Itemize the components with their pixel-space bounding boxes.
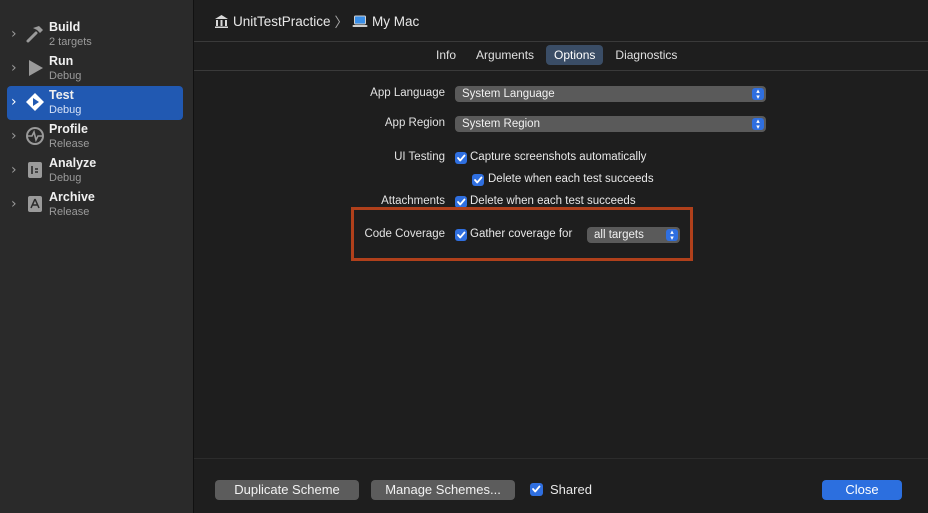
gather-coverage-label[interactable]: Gather coverage for xyxy=(470,228,572,240)
analyze-icon xyxy=(25,160,45,180)
laptop-icon xyxy=(352,15,368,28)
app-language-popup[interactable]: System Language ▴ ▾ xyxy=(455,86,766,102)
capture-screenshots-label[interactable]: Capture screenshots automatically xyxy=(470,151,646,163)
scheme-editor-main: UnitTestPractice 〉 My Mac Info Arguments… xyxy=(194,0,928,513)
tab-bar: Info Arguments Options Diagnostics xyxy=(428,45,685,65)
app-region-popup[interactable]: System Region ▴ ▾ xyxy=(455,116,766,132)
attachments-label: Attachments xyxy=(381,195,445,207)
delete-attachments-label[interactable]: Delete when each test succeeds xyxy=(470,195,636,207)
divider xyxy=(194,70,928,71)
app-language-label: App Language xyxy=(370,87,445,99)
breadcrumb-project[interactable]: UnitTestPractice xyxy=(233,14,331,29)
sidebar-item-title: Test xyxy=(49,88,74,102)
shared-checkbox[interactable] xyxy=(530,483,543,496)
chevron-right-icon[interactable]: › xyxy=(11,196,17,212)
sidebar-item-profile[interactable]: › Profile Release xyxy=(7,120,183,154)
sidebar-item-subtitle: Release xyxy=(49,138,90,150)
duplicate-scheme-button[interactable]: Duplicate Scheme xyxy=(215,480,359,500)
sidebar-item-test[interactable]: › Test Debug xyxy=(7,86,183,120)
breadcrumb: UnitTestPractice 〉 My Mac xyxy=(214,12,419,30)
sidebar-item-subtitle: Debug xyxy=(49,70,82,82)
manage-schemes-button[interactable]: Manage Schemes... xyxy=(371,480,515,500)
app-region-label: App Region xyxy=(384,117,445,129)
chevron-right-icon[interactable]: › xyxy=(11,94,17,110)
archive-icon xyxy=(25,194,45,214)
sidebar-item-subtitle: 2 targets xyxy=(49,36,92,48)
breadcrumb-destination[interactable]: My Mac xyxy=(372,14,419,29)
waveform-icon xyxy=(25,126,45,146)
hammer-icon xyxy=(25,24,45,44)
capture-screenshots-checkbox[interactable] xyxy=(455,152,467,164)
coverage-targets-popup[interactable]: all targets ▴ ▾ xyxy=(587,227,680,243)
sidebar-item-subtitle: Debug xyxy=(49,172,82,184)
scheme-action-sidebar: › Build 2 targets › Run Debug › Test Deb… xyxy=(0,0,194,513)
chevron-right-icon[interactable]: › xyxy=(11,162,17,178)
chevron-right-icon[interactable]: › xyxy=(11,60,17,76)
test-diamond-icon xyxy=(25,92,45,112)
code-coverage-label: Code Coverage xyxy=(364,228,445,240)
close-button[interactable]: Close xyxy=(822,480,902,500)
tab-info[interactable]: Info xyxy=(428,45,464,65)
sidebar-item-title: Build xyxy=(49,20,81,34)
gather-coverage-checkbox[interactable] xyxy=(455,229,467,241)
delete-screenshots-checkbox[interactable] xyxy=(472,174,484,186)
coverage-targets-value: all targets xyxy=(594,229,644,241)
popup-stepper-icon: ▴ ▾ xyxy=(666,229,678,242)
tab-diagnostics[interactable]: Diagnostics xyxy=(607,45,685,65)
tab-options[interactable]: Options xyxy=(546,45,604,65)
breadcrumb-separator-icon: 〉 xyxy=(334,15,349,30)
sidebar-item-title: Analyze xyxy=(49,156,97,170)
divider xyxy=(194,41,928,42)
sidebar-item-subtitle: Debug xyxy=(49,104,82,116)
sidebar-item-archive[interactable]: › Archive Release xyxy=(7,188,183,222)
sidebar-item-run[interactable]: › Run Debug xyxy=(7,52,183,86)
shared-label[interactable]: Shared xyxy=(550,482,592,497)
project-icon xyxy=(214,14,229,29)
chevron-right-icon[interactable]: › xyxy=(11,26,17,42)
chevron-right-icon[interactable]: › xyxy=(11,128,17,144)
app-language-value: System Language xyxy=(462,88,555,100)
app-region-value: System Region xyxy=(462,118,540,130)
sidebar-item-title: Run xyxy=(49,54,74,68)
sidebar-item-title: Profile xyxy=(49,122,88,136)
sidebar-item-analyze[interactable]: › Analyze Debug xyxy=(7,154,183,188)
tab-arguments[interactable]: Arguments xyxy=(468,45,542,65)
sidebar-item-build[interactable]: › Build 2 targets xyxy=(7,18,183,52)
sidebar-item-title: Archive xyxy=(49,190,95,204)
sidebar-item-subtitle: Release xyxy=(49,206,90,218)
ui-testing-label: UI Testing xyxy=(394,151,445,163)
popup-stepper-icon: ▴ ▾ xyxy=(752,118,764,131)
divider xyxy=(194,458,928,459)
delete-screenshots-label[interactable]: Delete when each test succeeds xyxy=(488,173,654,185)
play-icon xyxy=(25,58,45,78)
popup-stepper-icon: ▴ ▾ xyxy=(752,88,764,101)
